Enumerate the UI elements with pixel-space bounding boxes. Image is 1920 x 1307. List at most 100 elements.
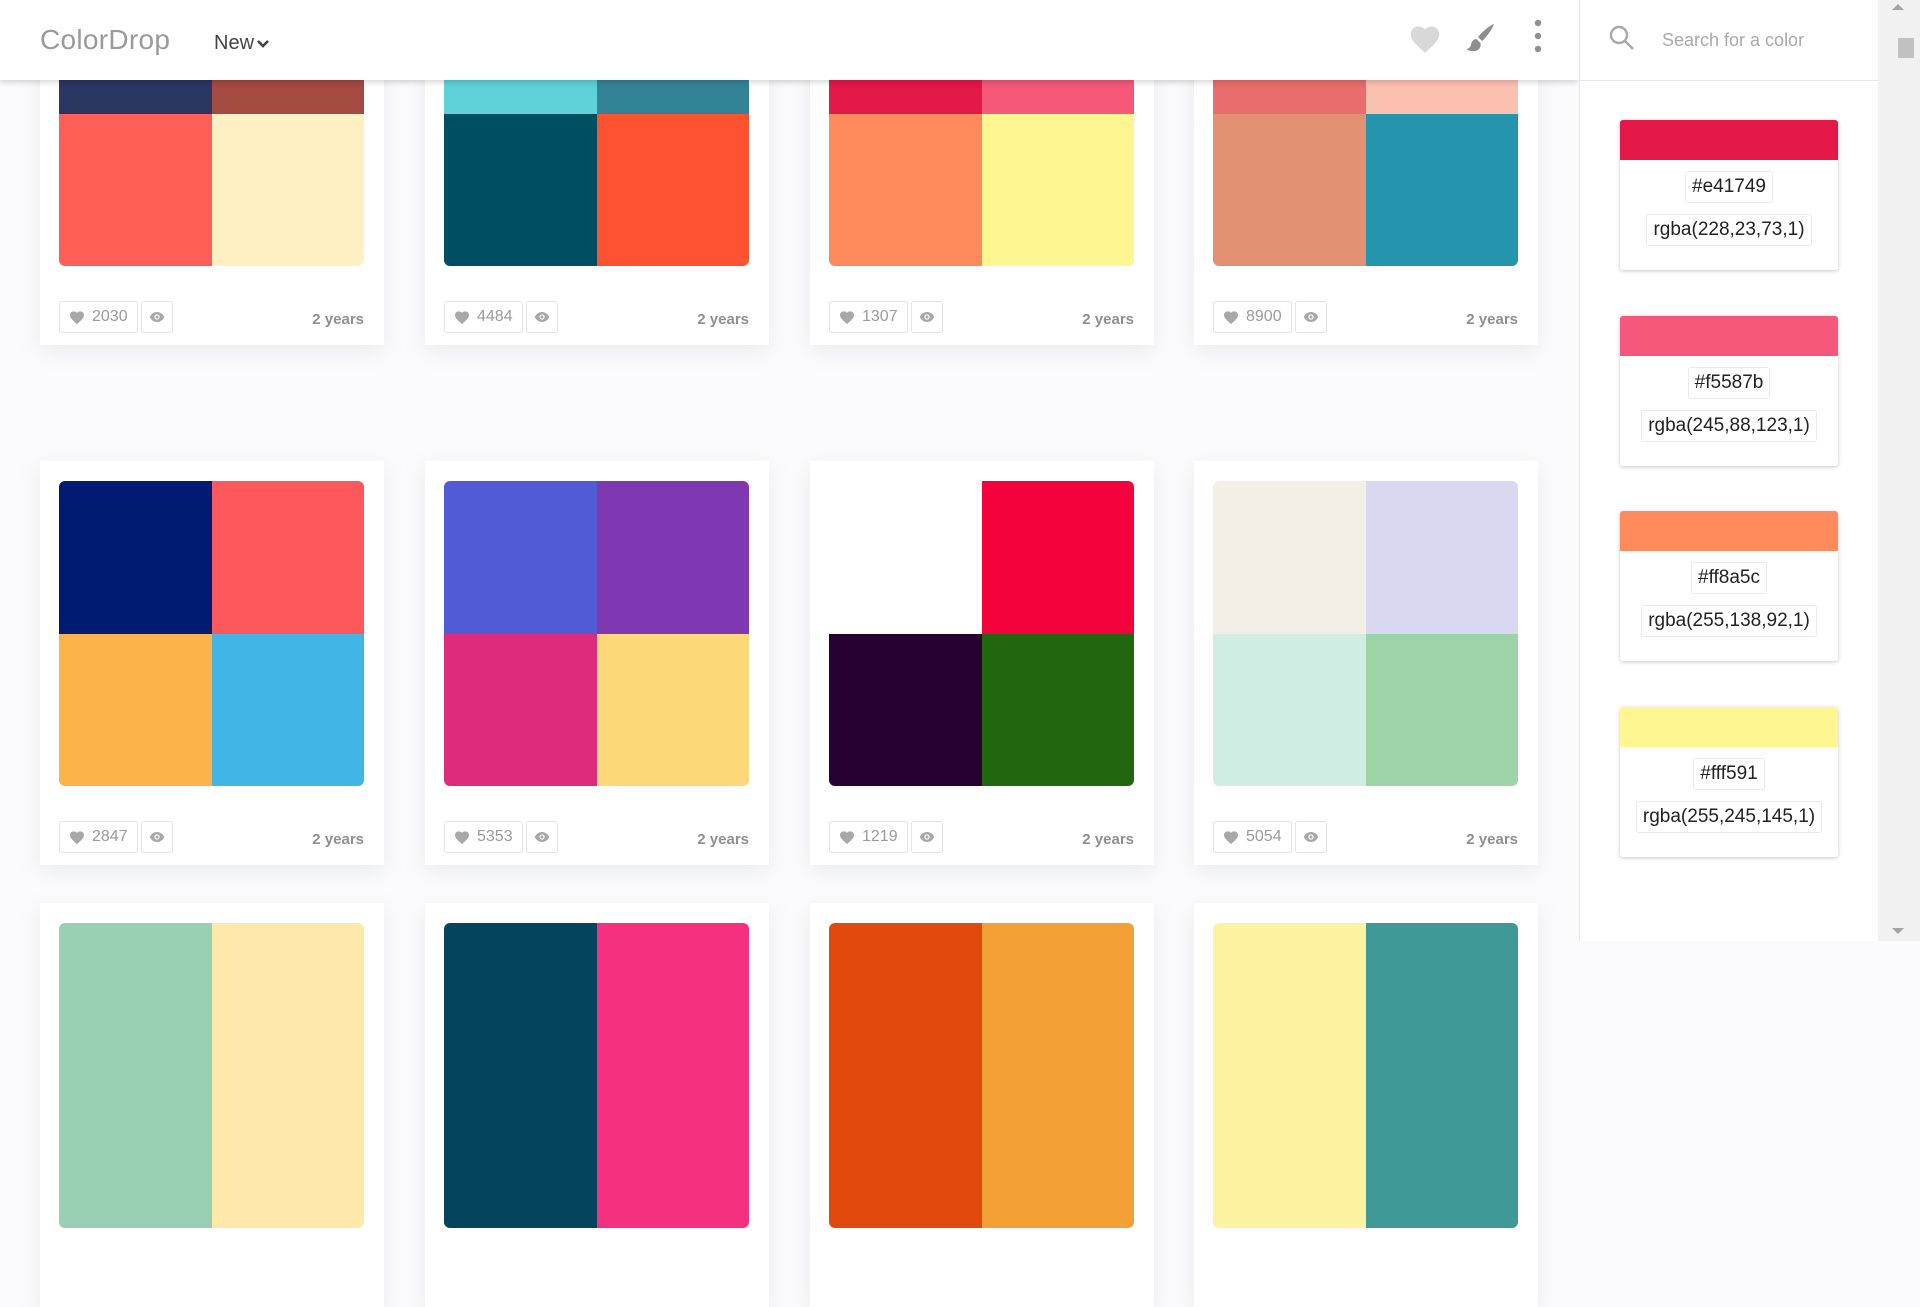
palette-color-block[interactable]: [596, 113, 749, 266]
palette-color-block[interactable]: [1213, 113, 1366, 266]
palette-color-block[interactable]: [596, 633, 749, 786]
view-button[interactable]: [911, 821, 943, 853]
view-button[interactable]: [911, 301, 943, 333]
like-button[interactable]: 5054: [1213, 821, 1292, 853]
palette-swatch-grid[interactable]: [59, 923, 364, 1228]
palette-color-block[interactable]: [981, 481, 1134, 634]
more-vertical-icon[interactable]: [1529, 19, 1547, 58]
palette-card: 1219 2 years: [810, 461, 1154, 865]
palette-color-block[interactable]: [59, 923, 212, 1076]
palette-color-block[interactable]: [59, 481, 212, 634]
palette-swatch-grid[interactable]: [829, 481, 1134, 786]
palette-color-block[interactable]: [829, 113, 982, 266]
like-button[interactable]: 2030: [59, 301, 138, 333]
color-swatch-card[interactable]: #f5587b rgba(245,88,123,1): [1620, 316, 1838, 466]
palette-color-block[interactable]: [1365, 633, 1518, 786]
scroll-up-arrow-icon[interactable]: [1892, 4, 1904, 10]
palette-color-block[interactable]: [1365, 481, 1518, 634]
heart-icon: [454, 830, 477, 845]
palette-color-block[interactable]: [211, 1075, 364, 1228]
search-bar: [1580, 0, 1879, 81]
view-button[interactable]: [526, 301, 558, 333]
palette-color-block[interactable]: [1213, 633, 1366, 786]
color-swatch-card[interactable]: #ff8a5c rgba(255,138,92,1): [1620, 511, 1838, 661]
brush-icon[interactable]: [1464, 22, 1496, 59]
palette-color-block[interactable]: [211, 113, 364, 266]
eye-icon: [149, 831, 165, 843]
rgba-code[interactable]: rgba(245,88,123,1): [1641, 410, 1817, 442]
palette-color-block[interactable]: [981, 633, 1134, 786]
palette-color-block[interactable]: [829, 1075, 982, 1228]
like-button[interactable]: 1219: [829, 821, 908, 853]
palette-color-block[interactable]: [1213, 1075, 1366, 1228]
palette-color-block[interactable]: [1365, 1075, 1518, 1228]
eye-icon: [919, 311, 935, 323]
view-button[interactable]: [1295, 301, 1327, 333]
palette-color-block[interactable]: [211, 481, 364, 634]
palette-color-block[interactable]: [981, 1075, 1134, 1228]
palette-color-block[interactable]: [829, 633, 982, 786]
palette-age: 2 years: [312, 311, 364, 328]
palette-color-block[interactable]: [211, 923, 364, 1076]
palette-color-block[interactable]: [444, 1075, 597, 1228]
view-button[interactable]: [141, 821, 173, 853]
palette-swatch-grid[interactable]: [444, 923, 749, 1228]
palette-color-block[interactable]: [211, 633, 364, 786]
like-button[interactable]: 8900: [1213, 301, 1292, 333]
palette-swatch-grid[interactable]: [1213, 923, 1518, 1228]
palette-color-block[interactable]: [1365, 113, 1518, 266]
palette-color-block[interactable]: [1365, 923, 1518, 1076]
eye-icon: [149, 311, 165, 323]
scrollbar-thumb[interactable]: [1898, 38, 1914, 58]
palette-color-block[interactable]: [444, 113, 597, 266]
palette-color-block[interactable]: [1213, 923, 1366, 1076]
view-button[interactable]: [526, 821, 558, 853]
hex-code[interactable]: #fff591: [1693, 758, 1765, 790]
palette-color-block[interactable]: [829, 923, 982, 1076]
palette-color-block[interactable]: [59, 633, 212, 786]
like-button[interactable]: 1307: [829, 301, 908, 333]
like-button[interactable]: 2847: [59, 821, 138, 853]
scroll-down-arrow-icon[interactable]: [1892, 928, 1904, 934]
palette-color-block[interactable]: [981, 923, 1134, 1076]
rgba-code[interactable]: rgba(255,245,145,1): [1635, 801, 1823, 833]
rgba-code[interactable]: rgba(255,138,92,1): [1641, 605, 1817, 637]
heart-icon: [839, 830, 862, 845]
palette-color-block[interactable]: [444, 633, 597, 786]
palette-swatch-grid[interactable]: [59, 481, 364, 786]
palette-color-block[interactable]: [1213, 481, 1366, 634]
search-input[interactable]: [1660, 26, 1864, 54]
palette-age: 2 years: [312, 831, 364, 848]
like-button[interactable]: 5353: [444, 821, 523, 853]
hex-code[interactable]: #e41749: [1685, 171, 1773, 203]
palette-color-block[interactable]: [829, 481, 982, 634]
palette-swatch-grid[interactable]: [1213, 481, 1518, 786]
palette-color-block[interactable]: [59, 113, 212, 266]
palette-swatch-grid[interactable]: [829, 923, 1134, 1228]
palette-color-block[interactable]: [596, 481, 749, 634]
color-swatch-card[interactable]: #fff591 rgba(255,245,145,1): [1620, 707, 1838, 857]
palette-age: 2 years: [1466, 831, 1518, 848]
hex-code[interactable]: #f5587b: [1687, 367, 1771, 399]
heart-icon[interactable]: [1408, 24, 1442, 59]
palette-color-block[interactable]: [444, 481, 597, 634]
palette-color-block[interactable]: [59, 1075, 212, 1228]
like-button[interactable]: 4484: [444, 301, 523, 333]
rgba-code[interactable]: rgba(228,23,73,1): [1646, 214, 1812, 246]
like-count: 2847: [92, 828, 128, 845]
new-filter-dropdown[interactable]: New: [214, 32, 270, 55]
palette-color-block[interactable]: [981, 113, 1134, 266]
color-swatch-card[interactable]: #e41749 rgba(228,23,73,1): [1620, 120, 1838, 270]
palette-swatch-grid[interactable]: [444, 481, 749, 786]
palette-color-block[interactable]: [444, 923, 597, 1076]
hex-code[interactable]: #ff8a5c: [1691, 562, 1767, 594]
scrollbar[interactable]: [1878, 0, 1920, 941]
view-button[interactable]: [141, 301, 173, 333]
palette-color-block[interactable]: [596, 1075, 749, 1228]
palette-color-block[interactable]: [596, 923, 749, 1076]
like-count: 5353: [477, 828, 513, 845]
app-logo[interactable]: ColorDrop: [40, 24, 170, 56]
swatch-color-bar: [1620, 707, 1838, 747]
view-button[interactable]: [1295, 821, 1327, 853]
heart-icon: [1223, 830, 1246, 845]
